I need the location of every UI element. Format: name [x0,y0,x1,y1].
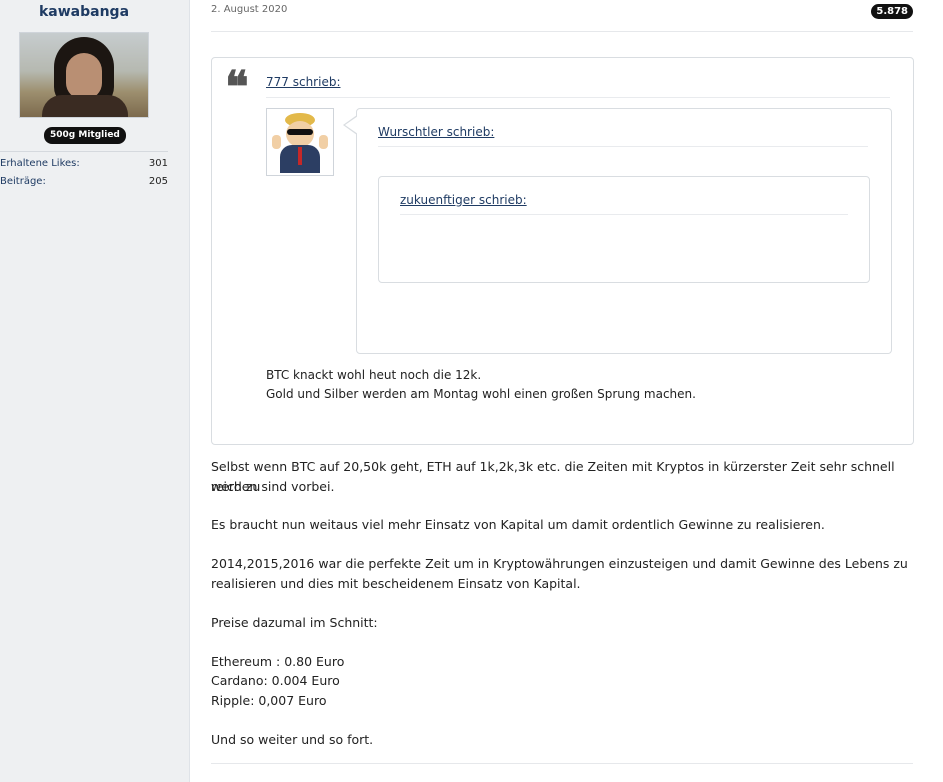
quote-777: ❝ 777 schrieb: Wurschtler schrieb: zukue… [211,57,914,445]
post-number-badge[interactable]: 5.878 [871,4,913,19]
stat-posts: Beiträge: 205 [0,176,168,190]
post-text-line: Es braucht nun weitaus viel mehr Einsatz… [211,517,825,532]
author-username[interactable]: kawabanga [0,4,168,20]
quote-wurschtler-title-divider [378,146,868,147]
post-text-line: Cardano: 0.004 Euro [211,673,340,688]
post-text-line: Ripple: 0,007 Euro [211,693,327,708]
stat-likes: Erhaltene Likes: 301 [0,158,168,172]
author-sidebar: kawabanga 500g Mitglied Erhaltene Likes:… [0,0,190,782]
quote-avatar[interactable] [266,108,334,176]
quote-777-text-line: BTC knackt wohl heut noch die 12k. [266,368,482,382]
stat-posts-label: Beiträge: [0,176,46,187]
stat-likes-value: 301 [148,158,168,169]
quote-zukuenftiger-title-divider [400,214,848,215]
quote-zukuenftiger-title[interactable]: zukuenftiger schrieb: [400,193,527,207]
quote-icon: ❝ [225,62,249,113]
post-text-line: realisieren und dies mit bescheidenem Ei… [211,576,581,591]
post-text-line: Ethereum : 0.80 Euro [211,654,345,669]
quote-777-title-divider [266,97,890,98]
rank-badge: 500g Mitglied [44,127,126,144]
post-text-line: 2014,2015,2016 war die perfekte Zeit um … [211,556,908,571]
stat-posts-value: 205 [148,176,168,187]
header-divider [211,31,913,32]
post-footer-divider [211,763,913,764]
author-avatar[interactable] [19,32,149,118]
sidebar-divider [0,151,168,152]
quote-777-text-line: Gold und Silber werden am Montag wohl ei… [266,387,696,401]
post-text-line: werden sind vorbei. [211,479,335,494]
post-date[interactable]: 2. August 2020 [211,4,287,15]
post-text-line: Und so weiter und so fort. [211,732,374,747]
quote-wurschtler-title[interactable]: Wurschtler schrieb: [378,125,494,139]
sidebar-pointer [172,32,189,60]
stat-likes-label: Erhaltene Likes: [0,158,80,169]
quote-zukuenftiger: zukuenftiger schrieb: [378,176,870,283]
quote-777-title[interactable]: 777 schrieb: [266,75,340,89]
post-text-line: Preise dazumal im Schnitt: [211,615,378,630]
quote-wurschtler: Wurschtler schrieb: zukuenftiger schrieb… [343,108,892,354]
